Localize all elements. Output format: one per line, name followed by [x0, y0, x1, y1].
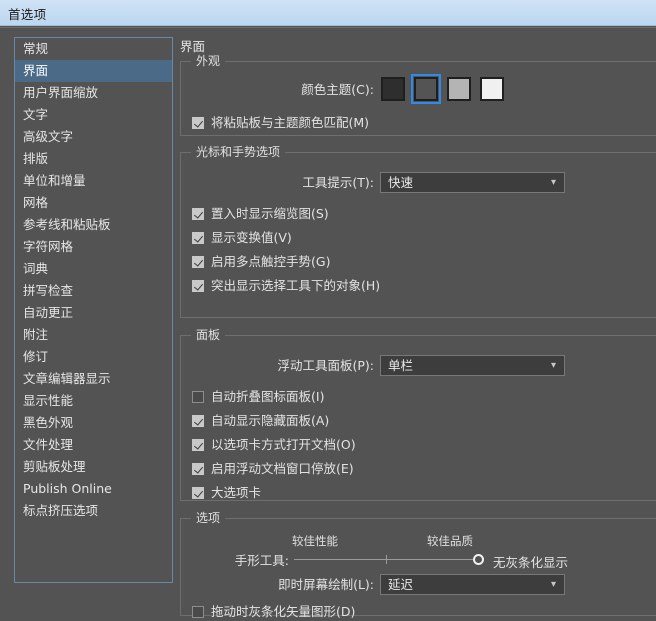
checkbox-label: 大选项卡	[211, 484, 261, 502]
chevron-down-icon: ▾	[551, 356, 556, 375]
checkbox-row[interactable]: 显示变换值(V)	[192, 229, 292, 247]
sidebar-item[interactable]: 界面	[15, 60, 172, 82]
hand-tool-slider[interactable]	[294, 551, 484, 569]
checkbox-label: 以选项卡方式打开文档(O)	[211, 436, 356, 454]
sidebar-item[interactable]: 词典	[15, 258, 172, 280]
greek-vectors-checkbox[interactable]	[192, 606, 204, 618]
checkbox-row[interactable]: 自动显示隐藏面板(A)	[192, 412, 329, 430]
color-theme-swatch-light[interactable]	[480, 77, 504, 101]
floating-tools-value: 单栏	[388, 358, 413, 373]
panels-group-title: 面板	[191, 328, 225, 343]
color-theme-swatch-medium-dark[interactable]	[414, 77, 438, 101]
sidebar-item[interactable]: 拼写检查	[15, 280, 172, 302]
checkbox-row[interactable]: 启用浮动文档窗口停放(E)	[192, 460, 354, 478]
color-theme-swatch-dark[interactable]	[381, 77, 405, 101]
color-theme-label: 颜色主题(C):	[301, 80, 374, 100]
sidebar-item[interactable]: 网格	[15, 192, 172, 214]
sidebar-item[interactable]: 文章编辑器显示	[15, 368, 172, 390]
window-title: 首选项	[8, 4, 46, 23]
window-title-bar: 首选项	[0, 0, 656, 26]
slider-handle[interactable]	[473, 554, 484, 565]
live-screen-drawing-label: 即时屏幕绘制(L):	[278, 575, 374, 595]
sidebar-item[interactable]: 附注	[15, 324, 172, 346]
live-screen-drawing-value: 延迟	[388, 577, 413, 592]
match-pasteboard-row[interactable]: 将粘贴板与主题颜色匹配(M)	[192, 114, 369, 132]
appearance-group-title: 外观	[191, 54, 225, 69]
checkbox-label: 启用浮动文档窗口停放(E)	[211, 460, 354, 478]
floating-tools-select[interactable]: 单栏 ▾	[380, 355, 565, 376]
greek-vectors-row[interactable]: 拖动时灰条化矢量图形(D)	[192, 603, 355, 621]
sidebar-item[interactable]: 黑色外观	[15, 412, 172, 434]
checkbox-label: 突出显示选择工具下的对象(H)	[211, 277, 380, 295]
options-group-title: 选项	[191, 511, 225, 526]
checkbox-label: 显示变换值(V)	[211, 229, 292, 247]
hand-tool-label-row: 手形工具:	[181, 551, 289, 571]
slider-value-label: 无灰条化显示	[493, 552, 568, 571]
sidebar-item[interactable]: 常规	[15, 38, 172, 60]
checkbox-toggle[interactable]	[192, 439, 204, 451]
checkbox-row[interactable]: 大选项卡	[192, 484, 261, 502]
color-theme-swatches[interactable]	[381, 77, 504, 101]
checkbox-row[interactable]: 启用多点触控手势(G)	[192, 253, 330, 271]
sidebar-item[interactable]: 排版	[15, 148, 172, 170]
checkbox-label: 启用多点触控手势(G)	[211, 253, 330, 271]
checkbox-toggle[interactable]	[192, 487, 204, 499]
tool-tips-select[interactable]: 快速 ▾	[380, 172, 565, 193]
live-screen-drawing-select[interactable]: 延迟 ▾	[380, 574, 565, 595]
sidebar-item[interactable]: 文字	[15, 104, 172, 126]
page-title: 界面	[180, 36, 205, 55]
checkbox-toggle[interactable]	[192, 280, 204, 292]
match-pasteboard-label: 将粘贴板与主题颜色匹配(M)	[211, 114, 369, 132]
cursor-gesture-group-title: 光标和手势选项	[191, 145, 285, 160]
checkbox-label: 置入时显示缩览图(S)	[211, 205, 329, 223]
color-theme-swatch-light-gray[interactable]	[447, 77, 471, 101]
sidebar-item[interactable]: 高级文字	[15, 126, 172, 148]
checkbox-label: 自动折叠图标面板(I)	[211, 388, 324, 406]
tool-tips-value: 快速	[388, 175, 413, 190]
checkbox-row[interactable]: 以选项卡方式打开文档(O)	[192, 436, 356, 454]
preferences-content-pane: 界面 外观 颜色主题(C): 将粘贴板与主题颜色匹配(M) 光标和手势选项 工具…	[178, 28, 656, 588]
slider-tick-mid	[386, 555, 387, 564]
live-screen-drawing-label-row: 即时屏幕绘制(L):	[181, 575, 374, 595]
panels-group: 面板 浮动工具面板(P): 单栏 ▾ 自动折叠图标面板(I)自动显示隐藏面板(A…	[180, 335, 656, 501]
sidebar-item[interactable]: 用户界面缩放	[15, 82, 172, 104]
checkbox-toggle[interactable]	[192, 232, 204, 244]
sidebar-item[interactable]: 修订	[15, 346, 172, 368]
hand-tool-label: 手形工具:	[235, 551, 289, 571]
sidebar-item[interactable]: Publish Online	[15, 478, 172, 500]
options-group: 选项 较佳性能 较佳品质 手形工具: 无灰条化显示 即时屏幕绘制(L): 延迟 …	[180, 518, 656, 616]
checkbox-toggle[interactable]	[192, 463, 204, 475]
sidebar-item[interactable]: 自动更正	[15, 302, 172, 324]
checkbox-row[interactable]: 置入时显示缩览图(S)	[192, 205, 329, 223]
checkbox-label: 自动显示隐藏面板(A)	[211, 412, 329, 430]
checkbox-toggle[interactable]	[192, 415, 204, 427]
tool-tips-label-row: 工具提示(T):	[181, 173, 374, 193]
preferences-category-list[interactable]: 常规界面用户界面缩放文字高级文字排版单位和增量网格参考线和粘贴板字符网格词典拼写…	[14, 37, 173, 583]
floating-tools-label: 浮动工具面板(P):	[277, 356, 374, 376]
sidebar-item[interactable]: 文件处理	[15, 434, 172, 456]
slider-left-caption: 较佳性能	[292, 533, 338, 549]
tool-tips-label: 工具提示(T):	[302, 173, 374, 193]
chevron-down-icon: ▾	[551, 173, 556, 192]
appearance-group: 外观 颜色主题(C): 将粘贴板与主题颜色匹配(M)	[180, 61, 656, 136]
cursor-gesture-group: 光标和手势选项 工具提示(T): 快速 ▾ 置入时显示缩览图(S)显示变换值(V…	[180, 152, 656, 318]
sidebar-item[interactable]: 单位和增量	[15, 170, 172, 192]
checkbox-toggle[interactable]	[192, 256, 204, 268]
sidebar-item[interactable]: 参考线和粘贴板	[15, 214, 172, 236]
checkbox-row[interactable]: 自动折叠图标面板(I)	[192, 388, 324, 406]
sidebar-item[interactable]: 显示性能	[15, 390, 172, 412]
checkbox-toggle[interactable]	[192, 208, 204, 220]
checkbox-toggle[interactable]	[192, 391, 204, 403]
greek-vectors-label: 拖动时灰条化矢量图形(D)	[211, 603, 355, 621]
match-pasteboard-checkbox[interactable]	[192, 117, 204, 129]
sidebar-item[interactable]: 标点挤压选项	[15, 500, 172, 522]
checkbox-row[interactable]: 突出显示选择工具下的对象(H)	[192, 277, 380, 295]
slider-right-caption: 较佳品质	[427, 533, 473, 549]
chevron-down-icon: ▾	[551, 575, 556, 594]
color-theme-label-row: 颜色主题(C):	[181, 80, 374, 100]
sidebar-item[interactable]: 字符网格	[15, 236, 172, 258]
floating-tools-label-row: 浮动工具面板(P):	[181, 356, 374, 376]
preferences-dialog: 常规界面用户界面缩放文字高级文字排版单位和增量网格参考线和粘贴板字符网格词典拼写…	[0, 27, 656, 587]
sidebar-item[interactable]: 剪贴板处理	[15, 456, 172, 478]
